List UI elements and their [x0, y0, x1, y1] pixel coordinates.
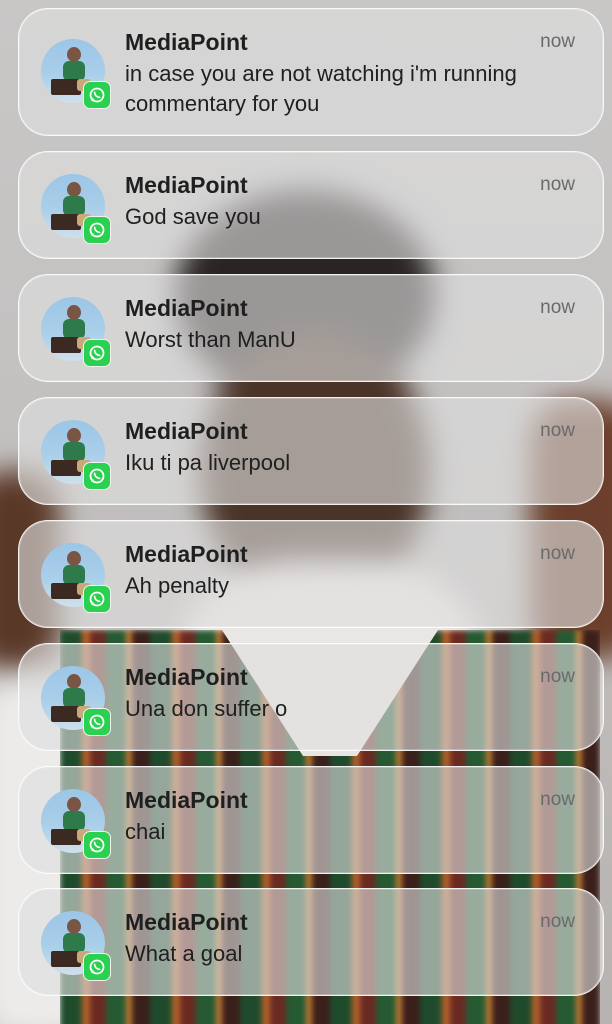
whatsapp-icon: [83, 216, 111, 244]
contact-avatar: [41, 789, 111, 859]
whatsapp-icon: [83, 708, 111, 736]
notification-card[interactable]: MediaPoint now God save you: [18, 151, 604, 259]
sender-name: MediaPoint: [125, 172, 248, 198]
sender-name: MediaPoint: [125, 909, 248, 935]
message-preview: What a goal: [125, 941, 243, 966]
notification-card[interactable]: MediaPoint now Una don suffer o: [18, 643, 604, 751]
notification-time: now: [540, 174, 575, 195]
message-preview: in case you are not watching i'm running…: [125, 61, 517, 116]
contact-avatar: [41, 297, 111, 367]
message-preview: Una don suffer o: [125, 696, 288, 721]
notification-card[interactable]: MediaPoint now Worst than ManU: [18, 274, 604, 382]
whatsapp-icon: [83, 953, 111, 981]
notification-time: now: [540, 420, 575, 441]
notification-card[interactable]: MediaPoint now Ah penalty: [18, 520, 604, 628]
contact-avatar: [41, 39, 111, 109]
notification-card[interactable]: MediaPoint now What a goal: [18, 888, 604, 996]
message-preview: Worst than ManU: [125, 327, 296, 352]
notification-time: now: [540, 789, 575, 810]
notification-card[interactable]: MediaPoint now in case you are not watch…: [18, 8, 604, 136]
sender-name: MediaPoint: [125, 418, 248, 444]
whatsapp-icon: [83, 81, 111, 109]
notification-card[interactable]: MediaPoint now Iku ti pa liverpool: [18, 397, 604, 505]
notification-time: now: [540, 666, 575, 687]
sender-name: MediaPoint: [125, 787, 248, 813]
message-preview: Ah penalty: [125, 573, 229, 598]
notification-time: now: [540, 543, 575, 564]
sender-name: MediaPoint: [125, 29, 248, 55]
contact-avatar: [41, 666, 111, 736]
whatsapp-icon: [83, 585, 111, 613]
whatsapp-icon: [83, 462, 111, 490]
contact-avatar: [41, 174, 111, 244]
contact-avatar: [41, 911, 111, 981]
notification-time: now: [540, 31, 575, 52]
message-preview: Iku ti pa liverpool: [125, 450, 291, 475]
contact-avatar: [41, 420, 111, 490]
sender-name: MediaPoint: [125, 541, 248, 567]
contact-avatar: [41, 543, 111, 613]
whatsapp-icon: [83, 831, 111, 859]
message-preview: chai: [125, 819, 166, 844]
sender-name: MediaPoint: [125, 664, 248, 690]
notification-time: now: [540, 297, 575, 318]
notification-time: now: [540, 911, 575, 932]
whatsapp-icon: [83, 339, 111, 367]
notification-card[interactable]: MediaPoint now chai: [18, 766, 604, 874]
sender-name: MediaPoint: [125, 295, 248, 321]
message-preview: God save you: [125, 204, 261, 229]
